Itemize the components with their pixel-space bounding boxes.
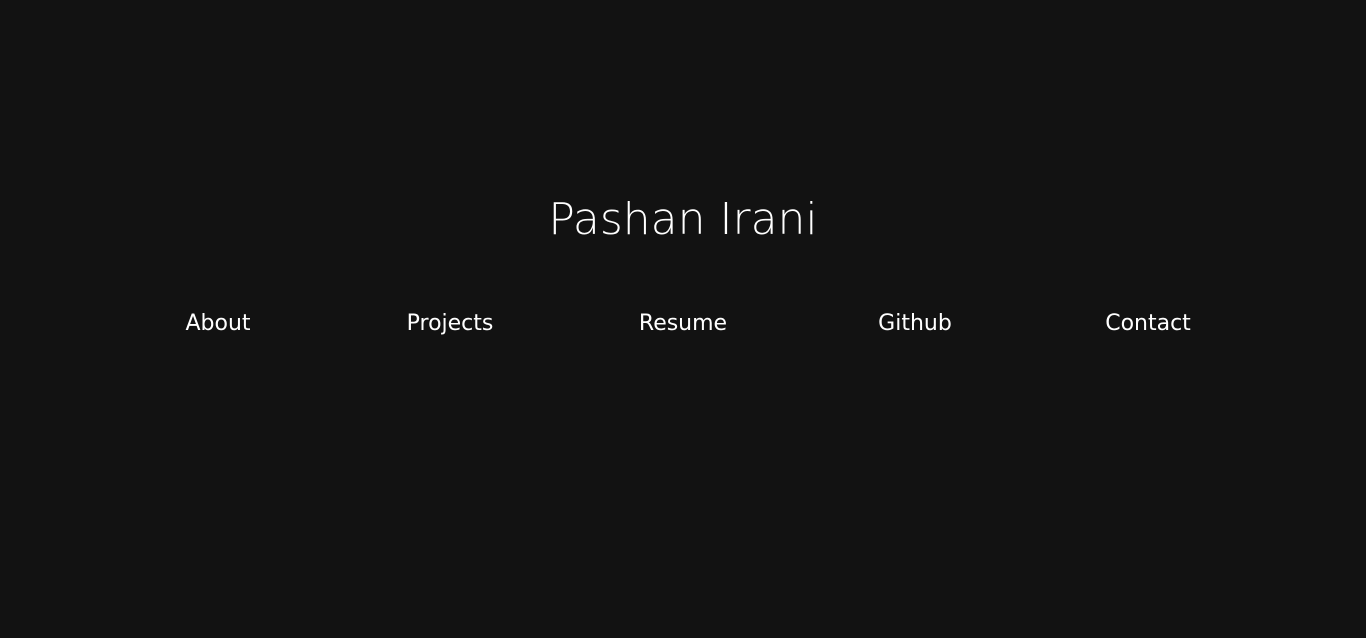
- site-title: Pashan Irani: [548, 194, 818, 245]
- page: Pashan Irani About Projects Resume Githu…: [0, 0, 1366, 638]
- main-nav: About Projects Resume Github Contact: [0, 306, 1366, 342]
- nav-link-resume[interactable]: Resume: [567, 306, 799, 342]
- nav-link-contact[interactable]: Contact: [1032, 306, 1264, 342]
- nav-link-projects[interactable]: Projects: [334, 306, 566, 342]
- nav-link-about[interactable]: About: [102, 306, 334, 342]
- nav-link-github[interactable]: Github: [799, 306, 1031, 342]
